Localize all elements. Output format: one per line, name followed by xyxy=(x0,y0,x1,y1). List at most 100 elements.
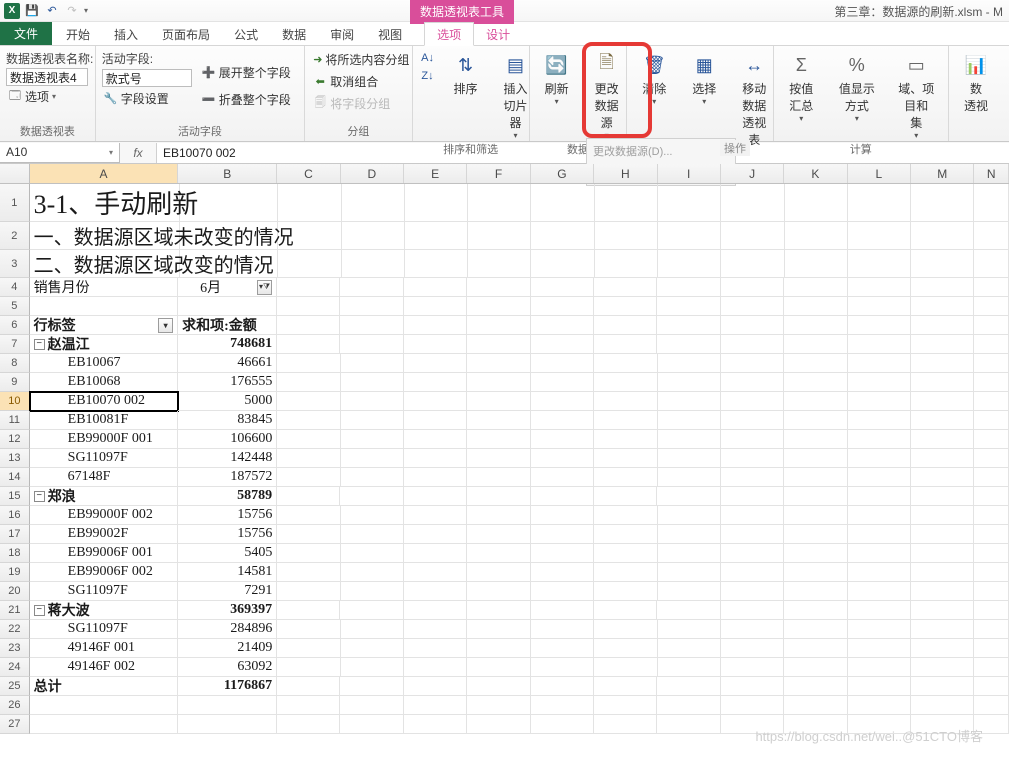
tab-review[interactable]: 审阅 xyxy=(318,23,366,45)
percent-icon: % xyxy=(844,52,870,78)
col-header-J[interactable]: J xyxy=(721,164,784,183)
save-icon[interactable]: 💾 xyxy=(24,3,40,19)
select-all-corner[interactable] xyxy=(0,164,30,183)
select-label: 选择 xyxy=(692,80,716,97)
change-data-source-button[interactable]: 🗎 更改 数据源 ▾ xyxy=(586,50,628,140)
clear-button[interactable]: 🗑 清除 ▾ xyxy=(633,50,675,148)
row-13: 13SG11097F142448 xyxy=(0,449,1009,468)
collapse-toggle[interactable]: − xyxy=(34,491,45,502)
field-settings-button[interactable]: 🔧 字段设置 xyxy=(102,89,192,108)
group-selection-button[interactable]: ➜ 将所选内容分组 xyxy=(311,50,405,69)
row-20: 20SG11097F7291 xyxy=(0,582,1009,601)
summarize-by-button[interactable]: Σ 按值汇总 ▾ xyxy=(780,50,824,140)
name-box[interactable]: A10 ▾ xyxy=(0,143,120,163)
ungroup-button[interactable]: ⬅ 取消组合 xyxy=(311,72,405,91)
collapse-toggle[interactable]: − xyxy=(34,339,45,350)
pivot-options-button[interactable]: 🗔 选项 ▾ xyxy=(6,87,89,106)
cell-B7[interactable]: 748681 xyxy=(178,335,277,354)
col-header-C[interactable]: C xyxy=(277,164,340,183)
row-header-6[interactable]: 6 xyxy=(0,316,30,335)
undo-icon[interactable]: ↶ xyxy=(44,3,60,19)
tab-file[interactable]: 文件 xyxy=(0,22,52,45)
excel-icon: X xyxy=(4,3,20,19)
col-header-K[interactable]: K xyxy=(784,164,847,183)
redo-icon[interactable]: ↷ xyxy=(64,3,80,19)
row-header-4[interactable]: 4 xyxy=(0,278,30,297)
pivotchart-label: 数 透视 xyxy=(964,80,988,114)
tab-formulas[interactable]: 公式 xyxy=(222,23,270,45)
cell-A1[interactable]: 3-1、手动刷新 xyxy=(30,184,180,222)
group-tools-partial: 📊 数 透视 xyxy=(949,46,1009,141)
row-3: 3 二、数据源区域改变的情况 xyxy=(0,250,1009,278)
tab-view[interactable]: 视图 xyxy=(366,23,414,45)
cell-B4[interactable]: 6月▾⧩ xyxy=(178,278,277,297)
active-field-input[interactable] xyxy=(102,69,192,87)
group-field-button[interactable]: 🗐 将字段分组 xyxy=(311,94,405,113)
refresh-button[interactable]: 🔄 刷新 ▾ xyxy=(536,50,578,140)
col-header-A[interactable]: A xyxy=(30,164,179,183)
sort-asc-button[interactable]: A↓ xyxy=(419,50,437,66)
row-header-1[interactable]: 1 xyxy=(0,184,30,222)
collapse-toggle[interactable]: − xyxy=(34,605,45,616)
row-header-2[interactable]: 2 xyxy=(0,222,30,250)
select-button[interactable]: ▦ 选择 ▾ xyxy=(683,50,725,148)
tab-options[interactable]: 选项 xyxy=(424,22,474,46)
col-header-N[interactable]: N xyxy=(974,164,1009,183)
row-11: 11EB10081F83845 xyxy=(0,411,1009,430)
row-27: 27 xyxy=(0,715,1009,734)
move-pivot-button[interactable]: ↔ 移动 数据透视表 xyxy=(733,50,775,148)
cell-A2[interactable]: 一、数据源区域未改变的情况 xyxy=(30,222,180,250)
qat-dropdown-icon[interactable]: ▾ xyxy=(84,6,88,15)
pivot-name-input[interactable] xyxy=(6,68,88,86)
expand-field-button[interactable]: ➕ 展开整个字段 xyxy=(200,63,293,82)
tab-page-layout[interactable]: 页面布局 xyxy=(150,23,222,45)
tab-data[interactable]: 数据 xyxy=(270,23,318,45)
row-4: 4 销售月份 6月▾⧩ xyxy=(0,278,1009,297)
menu-item-change-source[interactable]: 更改数据源(D)... xyxy=(593,141,729,160)
col-header-L[interactable]: L xyxy=(848,164,911,183)
row-header-5[interactable]: 5 xyxy=(0,297,30,316)
slicer-label: 插入 切片器 xyxy=(501,80,531,131)
show-values-as-button[interactable]: % 值显示方式 ▾ xyxy=(831,50,882,140)
col-header-I[interactable]: I xyxy=(658,164,721,183)
pivot-name-label: 数据透视表名称: xyxy=(6,50,89,67)
col-header-B[interactable]: B xyxy=(178,164,277,183)
group-title-active-field: 活动字段 xyxy=(102,122,299,139)
grid-rows: 1 3-1、手动刷新 2 一、数据源区域未改变的情况 3 二、数据源区域改变的情… xyxy=(0,184,1009,734)
ungroup-label: 取消组合 xyxy=(330,73,378,90)
pivotchart-button[interactable]: 📊 数 透视 xyxy=(955,50,997,139)
row-header-10[interactable]: 10 xyxy=(0,392,30,411)
cell-B6[interactable]: 求和项:金额 xyxy=(178,316,277,335)
sort-button[interactable]: ⇅ 排序 xyxy=(445,50,487,140)
col-header-D[interactable]: D xyxy=(341,164,404,183)
fields-items-sets-button[interactable]: ▭ 域、项目和 集 ▾ xyxy=(891,50,942,140)
collapse-field-label: 折叠整个字段 xyxy=(219,91,291,108)
row-header-7[interactable]: 7 xyxy=(0,335,30,354)
row-18: 18EB99006F 0015405 xyxy=(0,544,1009,563)
row-15: 15−郑浪58789 xyxy=(0,487,1009,506)
chart-icon: 📊 xyxy=(963,52,989,78)
col-header-E[interactable]: E xyxy=(404,164,467,183)
select-icon: ▦ xyxy=(691,52,717,78)
cell-A4[interactable]: 销售月份 xyxy=(30,278,178,297)
fx-button[interactable]: fx xyxy=(120,146,156,160)
cell-A6[interactable]: 行标签▾ xyxy=(30,316,178,335)
filter-icon[interactable]: ▾⧩ xyxy=(257,280,272,295)
cell-A3[interactable]: 二、数据源区域改变的情况 xyxy=(30,250,180,278)
col-header-F[interactable]: F xyxy=(467,164,530,183)
row-header-3[interactable]: 3 xyxy=(0,250,30,278)
group-active-field: 活动字段: 🔧 字段设置 ➕ 展开整个字段 ➖ 折叠整个字段 活动字段 xyxy=(96,46,306,141)
name-box-dropdown-icon[interactable]: ▾ xyxy=(109,148,113,157)
sort-desc-button[interactable]: Z↓ xyxy=(419,68,437,84)
tab-home[interactable]: 开始 xyxy=(54,23,102,45)
group-pivottable: 数据透视表名称: 🗔 选项 ▾ 数据透视表 xyxy=(0,46,96,141)
collapse-field-button[interactable]: ➖ 折叠整个字段 xyxy=(200,90,293,109)
filter-dropdown-icon[interactable]: ▾ xyxy=(158,318,173,333)
tab-design[interactable]: 设计 xyxy=(474,23,522,45)
cell-A10[interactable]: EB10070 002 xyxy=(30,392,179,411)
cell-A7[interactable]: −赵温江 xyxy=(30,335,178,354)
col-header-H[interactable]: H xyxy=(594,164,657,183)
tab-insert[interactable]: 插入 xyxy=(102,23,150,45)
col-header-M[interactable]: M xyxy=(911,164,974,183)
col-header-G[interactable]: G xyxy=(531,164,594,183)
